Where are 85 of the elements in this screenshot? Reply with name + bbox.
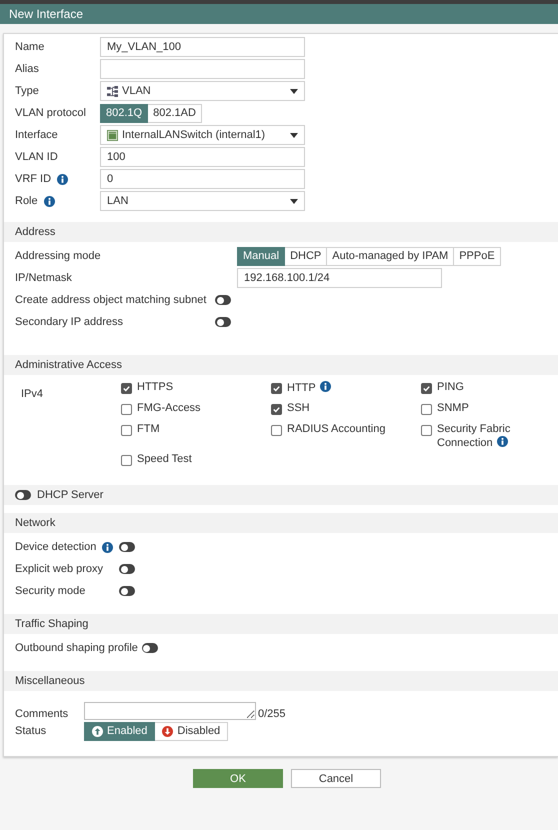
field-label: Explicit web proxy [15, 563, 104, 575]
checkbox-label: SSH [287, 402, 311, 415]
dropdown[interactable]: InternalLANSwitch (internal1) [100, 125, 305, 145]
dropdown[interactable]: VLAN [100, 81, 305, 101]
toggle-switch[interactable] [15, 490, 31, 500]
checkbox-label: Security Fabric Connection [437, 423, 512, 450]
checkbox[interactable] [271, 425, 282, 436]
section-title: Administrative Access [15, 359, 122, 371]
down-arrow-icon [162, 726, 174, 736]
segment-button[interactable]: PPPoE [454, 246, 501, 266]
checkbox-label: HTTPS [137, 381, 174, 394]
checkbox[interactable] [121, 455, 132, 466]
field-label: Name [15, 41, 44, 53]
checkbox-label: PING [437, 381, 465, 394]
ok-button[interactable]: OK [193, 769, 283, 788]
section-title: Address [15, 226, 56, 238]
field-label: Status [15, 725, 46, 737]
text-field[interactable]: My_VLAN_100 [100, 37, 305, 57]
comments-field[interactable] [84, 702, 256, 720]
field-label: IP/Netmask [15, 272, 72, 284]
field-label: Addressing mode [15, 250, 101, 262]
field-label: Interface [15, 129, 58, 141]
checkbox[interactable] [121, 404, 132, 415]
cancel-button[interactable]: Cancel [291, 769, 381, 788]
info-icon[interactable] [57, 174, 68, 184]
network-icon [107, 86, 118, 96]
toggle-switch[interactable] [215, 317, 231, 327]
section-title: Miscellaneous [15, 675, 85, 687]
checkbox[interactable] [271, 404, 282, 415]
window-title: New Interface [9, 7, 84, 21]
field-label: Alias [15, 63, 39, 75]
checkbox[interactable] [271, 383, 282, 394]
info-icon[interactable] [102, 542, 114, 552]
field-label: Outbound shaping profile [15, 642, 138, 654]
segment-button[interactable]: DHCP [285, 246, 328, 266]
section-title: Traffic Shaping [15, 618, 88, 630]
info-icon[interactable] [496, 436, 508, 447]
toggle-switch[interactable] [119, 564, 135, 574]
section-title: Network [15, 517, 56, 529]
field-label: Role [15, 195, 38, 207]
segment-button[interactable]: 802.1Q [100, 104, 148, 122]
checkbox[interactable] [121, 425, 132, 436]
up-arrow-icon [92, 726, 103, 736]
field-label: Type [15, 85, 39, 97]
checkbox-label: FTM [137, 423, 161, 436]
caret-icon [290, 132, 298, 138]
section-title: DHCP Server [37, 489, 104, 501]
field-label: IPv4 [21, 387, 44, 402]
info-icon[interactable] [44, 196, 55, 206]
toggle-switch[interactable] [119, 586, 135, 596]
info-icon[interactable] [320, 381, 331, 392]
text-field[interactable]: 0 [100, 169, 305, 189]
character-counter: 0/255 [258, 708, 286, 720]
checkbox-label: Speed Test [137, 453, 193, 466]
dropdown[interactable]: LAN [100, 191, 305, 211]
field-label: VLAN ID [15, 151, 58, 163]
status-button[interactable]: Disabled [155, 722, 228, 740]
segment-button[interactable]: Manual [237, 246, 286, 266]
field-label: Comments [15, 708, 68, 720]
field-label: Security mode [15, 585, 86, 597]
segment-button[interactable]: Auto-managed by IPAM [327, 246, 454, 266]
status-button[interactable]: Enabled [84, 722, 156, 740]
checkbox-label: FMG-Access [137, 402, 202, 415]
text-field[interactable] [100, 59, 305, 79]
port-icon [107, 130, 118, 140]
checkbox-label: RADIUS Accounting [287, 423, 386, 436]
field-label: VLAN protocol [15, 107, 86, 119]
text-field[interactable]: 192.168.100.1/24 [237, 268, 442, 288]
caret-icon [290, 88, 298, 94]
segment-button[interactable]: 802.1AD [148, 104, 202, 122]
checkbox[interactable] [121, 383, 132, 394]
field-label: Create address object matching subnet [15, 294, 206, 306]
field-label: VRF ID [15, 173, 52, 185]
caret-icon [290, 198, 298, 204]
checkbox[interactable] [421, 404, 432, 415]
field-label: Device detection [15, 541, 96, 553]
checkbox-label: HTTP [287, 381, 417, 395]
text-field[interactable]: 100 [100, 147, 305, 167]
toggle-switch[interactable] [215, 295, 231, 305]
toggle-switch[interactable] [119, 542, 135, 552]
toggle-switch[interactable] [142, 643, 158, 653]
checkbox[interactable] [421, 383, 432, 394]
field-label: Secondary IP address [15, 316, 124, 328]
checkbox-label: SNMP [437, 402, 470, 415]
checkbox[interactable] [421, 425, 432, 436]
